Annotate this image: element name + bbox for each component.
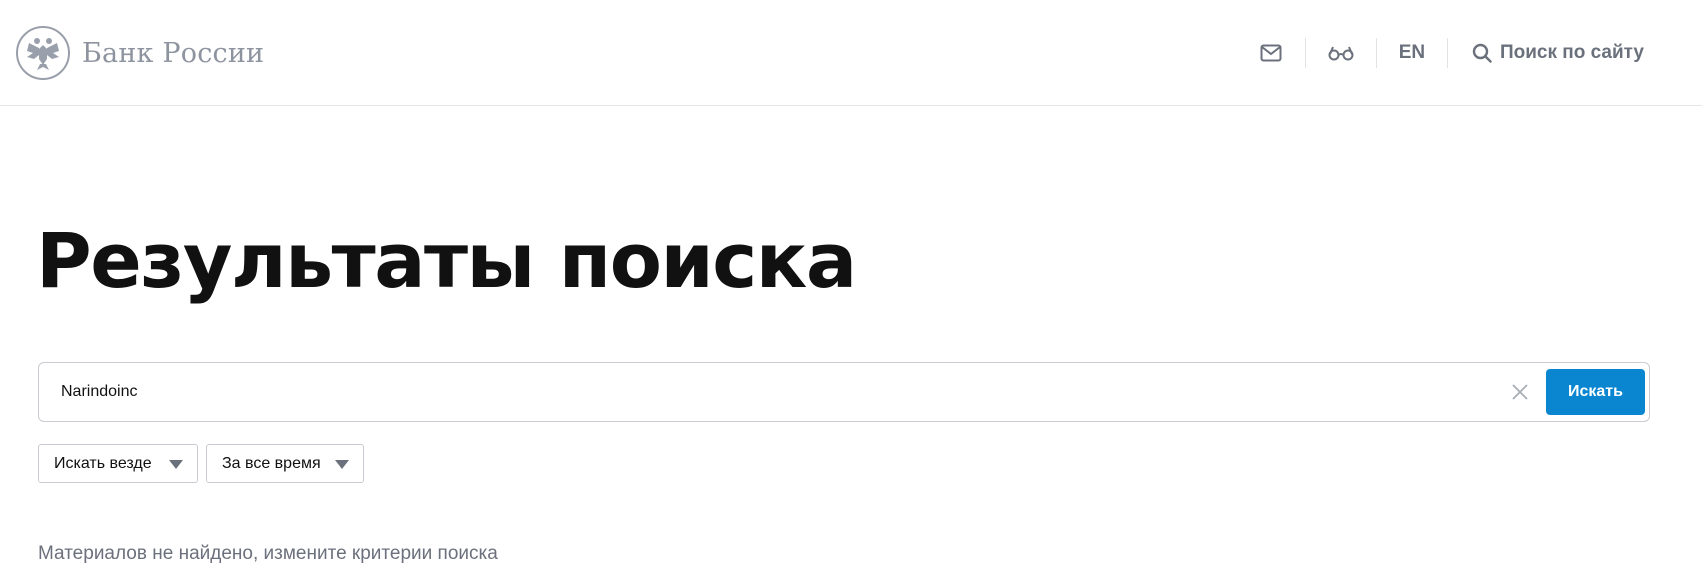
- site-search-button[interactable]: Поиск по сайту: [1448, 36, 1702, 70]
- time-period-dropdown[interactable]: За все время: [206, 444, 364, 483]
- accessibility-button[interactable]: [1306, 36, 1376, 70]
- search-submit-button[interactable]: Искать: [1546, 369, 1645, 415]
- caret-down-icon: [169, 460, 183, 469]
- logo-text: Банк России: [82, 37, 265, 69]
- close-icon: [1512, 384, 1528, 400]
- site-search-label: Поиск по сайту: [1499, 42, 1644, 63]
- time-period-value: За все время: [222, 454, 321, 472]
- search-scope-dropdown[interactable]: Искать везде: [38, 444, 198, 483]
- header-tools: EN Поиск по сайту: [1237, 36, 1702, 70]
- search-form: Искать: [38, 362, 1650, 422]
- caret-down-icon: [335, 460, 349, 469]
- feedback-button[interactable]: [1237, 36, 1305, 70]
- double-headed-eagle-icon: [16, 26, 70, 80]
- site-header: Банк России EN Поиск по сайту: [0, 0, 1702, 106]
- search-input[interactable]: [61, 363, 1501, 421]
- page-title: Результаты поиска: [36, 216, 857, 305]
- no-results-message: Материалов не найдено, измените критерии…: [38, 543, 498, 564]
- search-icon: [1472, 43, 1492, 63]
- clear-search-button[interactable]: [1505, 377, 1535, 407]
- bank-logo-link[interactable]: Банк России: [16, 26, 264, 80]
- search-scope-value: Искать везде: [54, 454, 152, 472]
- glasses-icon: [1328, 46, 1354, 61]
- language-switch[interactable]: EN: [1377, 36, 1447, 70]
- envelope-icon: [1260, 44, 1282, 62]
